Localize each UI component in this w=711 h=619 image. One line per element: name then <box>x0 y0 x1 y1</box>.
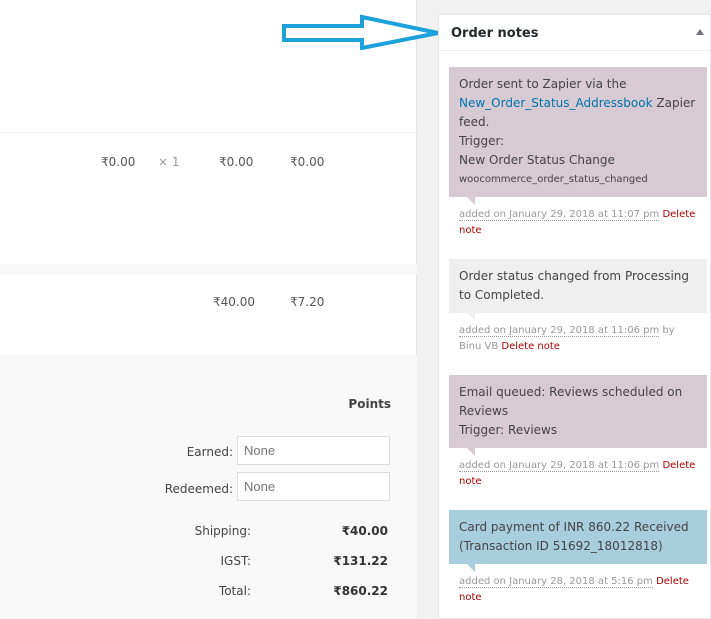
redeemed-points-input[interactable] <box>237 472 390 501</box>
item-tax: ₹0.00 <box>290 155 325 169</box>
zapier-feed-link[interactable]: New_Order_Status_Addressbook <box>459 96 653 110</box>
note-date: added on January 29, 2018 at 11:07 pm <box>459 209 660 221</box>
note-content: Order sent to Zapier via the New_Order_S… <box>449 67 707 205</box>
order-note: Order sent to Zapier via the New_Order_S… <box>449 67 707 239</box>
order-total-value: ₹860.22 <box>333 584 388 598</box>
points-heading: Points <box>348 397 391 411</box>
note-date: added on January 29, 2018 at 11:06 pm <box>459 325 660 337</box>
delete-note-link[interactable]: Delete note <box>501 341 560 352</box>
collapse-toggle-icon[interactable] <box>696 29 704 35</box>
row-divider <box>0 132 417 133</box>
order-notes-panel: Order notes Order sent to Zapier via the… <box>438 14 711 619</box>
note-meta: added on January 29, 2018 at 11:06 pm De… <box>449 448 707 490</box>
igst-label: IGST: <box>220 554 251 568</box>
order-notes-header[interactable]: Order notes <box>439 15 710 51</box>
shipping-line-tax: ₹7.20 <box>290 295 325 309</box>
order-notes-title: Order notes <box>451 26 539 41</box>
order-note: Order status changed from Processing to … <box>449 259 707 355</box>
shipping-line-total: ₹40.00 <box>213 295 255 309</box>
igst-value: ₹131.22 <box>333 554 388 568</box>
item-total: ₹0.00 <box>219 155 254 169</box>
earned-label: Earned: <box>186 445 233 459</box>
order-note: Card payment of INR 860.22 Received (Tra… <box>449 510 707 606</box>
note-meta: added on January 28, 2018 at 5:16 pm Del… <box>449 564 707 606</box>
note-content: Card payment of INR 860.22 Received (Tra… <box>449 510 707 572</box>
annotation-arrow-icon <box>282 14 439 50</box>
note-date: added on January 29, 2018 at 11:06 pm <box>459 460 660 472</box>
note-meta: added on January 29, 2018 at 11:07 pm De… <box>449 197 707 239</box>
note-date: added on January 28, 2018 at 5:16 pm <box>459 576 653 588</box>
earned-points-input[interactable] <box>237 436 390 465</box>
order-note: Email queued: Reviews scheduled on Revie… <box>449 375 707 490</box>
order-total-label: Total: <box>218 584 251 598</box>
order-edit-screen: ₹0.00 × 1 ₹0.00 ₹0.00 ₹40.00 ₹7.20 Point… <box>0 0 711 619</box>
redeemed-label: Redeemed: <box>164 482 233 496</box>
note-content: Order status changed from Processing to … <box>449 259 707 321</box>
item-quantity: × 1 <box>158 155 180 169</box>
section-divider <box>0 264 417 274</box>
note-content: Email queued: Reviews scheduled on Revie… <box>449 375 707 456</box>
order-items-panel: ₹0.00 × 1 ₹0.00 ₹0.00 ₹40.00 ₹7.20 Point… <box>0 0 417 619</box>
note-meta: added on January 29, 2018 at 11:06 pm by… <box>449 313 707 355</box>
item-cost: ₹0.00 <box>101 155 136 169</box>
shipping-total-value: ₹40.00 <box>341 524 388 538</box>
shipping-total-label: Shipping: <box>194 524 251 538</box>
